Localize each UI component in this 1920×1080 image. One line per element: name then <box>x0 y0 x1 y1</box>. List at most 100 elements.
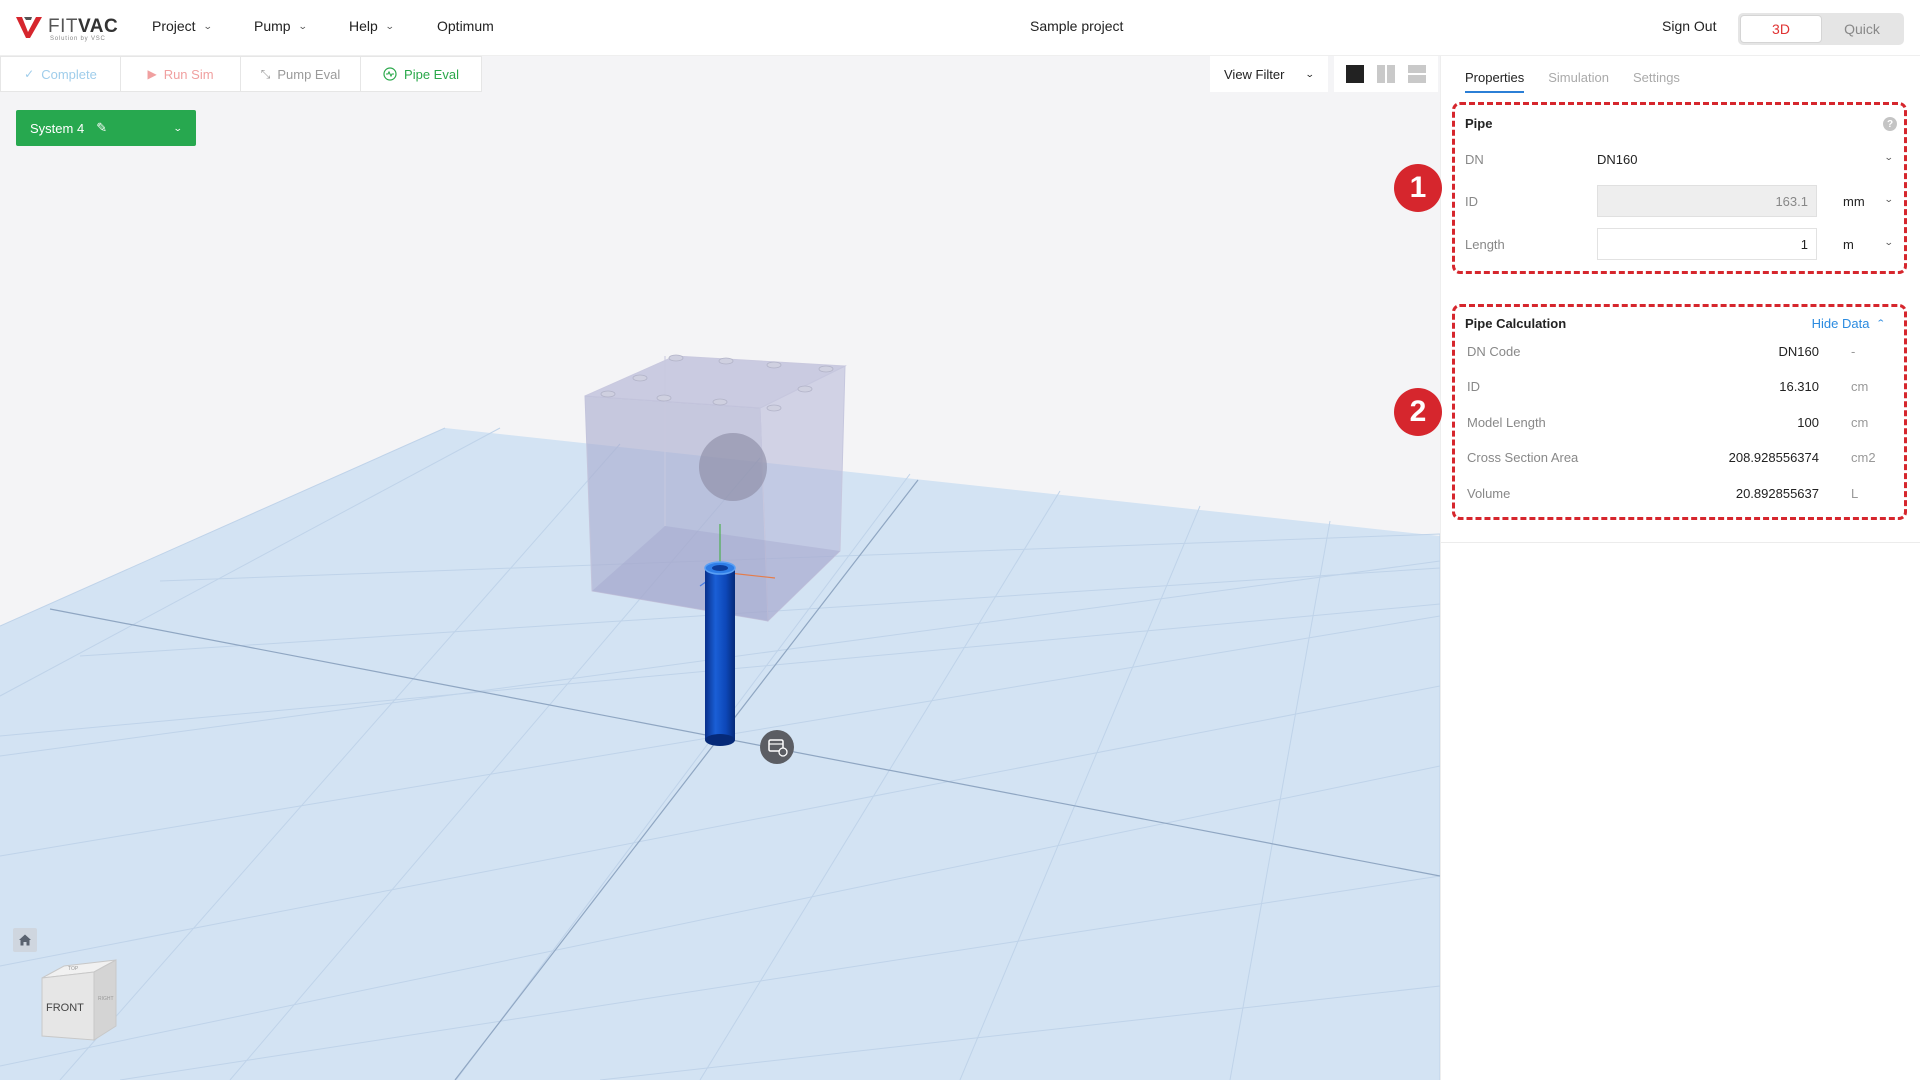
calc-row-label: Volume <box>1467 485 1511 501</box>
play-icon: ▶ <box>147 67 157 81</box>
project-title: Sample project <box>1030 18 1124 34</box>
home-view-button[interactable] <box>13 928 37 952</box>
id-unit-value: mm <box>1843 193 1865 209</box>
calc-row-unit: - <box>1851 343 1856 359</box>
view-mode-toggle: 3D Quick <box>1738 13 1904 45</box>
calc-row-label: Model Length <box>1467 414 1546 430</box>
pipe-properties-section: Pipe ? DN DN160 ⌄ ID mm ⌄ Length m ⌄ <box>1453 104 1909 274</box>
calc-row-unit: cm <box>1851 378 1869 394</box>
id-input <box>1597 185 1817 217</box>
calc-row-label: ID <box>1467 378 1480 394</box>
pump-eval-button[interactable]: ⤡ Pump Eval <box>241 57 361 91</box>
tab-simulation[interactable]: Simulation <box>1548 66 1609 93</box>
chevron-down-icon: ⌄ <box>1884 151 1895 162</box>
menu-optimum[interactable]: Optimum <box>437 18 494 34</box>
pipe-calculation-section: Pipe Calculation Hide Data ⌃ DN Code DN1… <box>1453 304 1909 504</box>
pipe-eval-button[interactable]: Pipe Eval <box>361 57 481 91</box>
calc-row: Volume 20.892855637 L <box>1467 483 1887 503</box>
complete-label: Complete <box>41 66 97 82</box>
layout-rows-icon[interactable] <box>1407 65 1426 83</box>
logo-mark-icon <box>16 17 42 38</box>
layout-single-icon[interactable] <box>1346 65 1365 83</box>
menu-pump-label: Pump <box>254 18 291 34</box>
logo-tagline: Solution by VSC <box>50 36 106 42</box>
3d-scene[interactable] <box>0 56 1440 1080</box>
hide-data-toggle[interactable]: Hide Data ⌃ <box>1811 316 1887 331</box>
menu-help[interactable]: Help ⌄ <box>349 18 395 34</box>
sim-toolbar: ✓ Complete ▶ Run Sim ⤡ Pump Eval Pipe Ev… <box>0 56 482 92</box>
top-bar: FITVAC Solution by VSC Project ⌄ Pump ⌄ … <box>0 0 1920 56</box>
calc-row-value: 16.310 <box>1779 378 1819 394</box>
chevron-down-icon: ⌄ <box>297 20 308 31</box>
view-mode-3d[interactable]: 3D <box>1740 15 1822 43</box>
tab-settings[interactable]: Settings <box>1633 66 1680 93</box>
length-row: Length m ⌄ <box>1465 228 1901 260</box>
pipe-3d[interactable] <box>704 561 736 746</box>
dn-row: DN DN160 ⌄ <box>1465 144 1901 174</box>
view-filter-label: View Filter <box>1224 66 1285 82</box>
menu-help-label: Help <box>349 18 378 34</box>
sign-out-link[interactable]: Sign Out <box>1662 18 1716 34</box>
pipe-action-button[interactable] <box>760 730 794 764</box>
view-filter-dropdown[interactable]: View Filter ⌄ <box>1210 56 1328 92</box>
system-selector[interactable]: System 4 ✎ ⌄ <box>16 110 196 146</box>
menu-project[interactable]: Project ⌄ <box>152 18 212 34</box>
navigation-cube[interactable]: FRONT TOP RIGHT <box>38 956 124 1042</box>
calc-row: Cross Section Area 208.928556374 cm2 <box>1467 447 1887 467</box>
calc-row: DN Code DN160 - <box>1467 341 1887 361</box>
pulse-icon <box>383 67 397 81</box>
id-label: ID <box>1465 193 1478 209</box>
id-unit-select[interactable]: mm ⌄ <box>1817 194 1901 209</box>
home-icon <box>19 934 31 946</box>
panel-divider <box>1441 542 1920 543</box>
dn-label: DN <box>1465 151 1484 167</box>
pencil-icon[interactable]: ✎ <box>96 120 107 136</box>
chevron-down-icon: ⌄ <box>1305 68 1316 79</box>
chevron-down-icon: ⌄ <box>384 20 395 31</box>
pump-eval-label: Pump Eval <box>277 66 341 82</box>
menu-optimum-label: Optimum <box>437 18 494 34</box>
hide-data-label: Hide Data <box>1811 316 1870 331</box>
calc-row: ID 16.310 cm <box>1467 376 1887 396</box>
layout-columns-icon[interactable] <box>1376 65 1395 83</box>
system-name: System 4 <box>30 120 85 136</box>
menu-project-label: Project <box>152 18 196 34</box>
length-unit-select[interactable]: m ⌄ <box>1817 237 1901 252</box>
menu-pump[interactable]: Pump ⌄ <box>254 18 308 34</box>
calc-row-value: 100 <box>1797 414 1819 430</box>
check-icon: ✓ <box>24 67 35 81</box>
fitvac-logo[interactable]: FITVAC Solution by VSC <box>14 14 124 44</box>
dn-value: DN160 <box>1597 151 1638 167</box>
calc-section-title: Pipe Calculation <box>1465 316 1567 331</box>
run-sim-label: Run Sim <box>163 66 214 82</box>
calc-row: Model Length 100 cm <box>1467 412 1887 432</box>
navcube-right-label: RIGHT <box>98 996 114 1002</box>
calc-row-unit: cm <box>1851 414 1869 430</box>
chevron-down-icon: ⌄ <box>1884 193 1895 204</box>
properties-panel: Properties Simulation Settings Pipe ? DN… <box>1440 56 1920 1080</box>
annotation-badge-2: 2 <box>1394 388 1442 436</box>
view-mode-quick[interactable]: Quick <box>1822 15 1902 43</box>
chevron-down-icon: ⌄ <box>173 122 184 133</box>
dn-select[interactable]: DN160 ⌄ <box>1597 152 1901 167</box>
3d-viewport[interactable]: ✓ Complete ▶ Run Sim ⤡ Pump Eval Pipe Ev… <box>0 56 1440 1080</box>
run-sim-button[interactable]: ▶ Run Sim <box>121 57 241 91</box>
length-label: Length <box>1465 236 1505 252</box>
navcube-front-label: FRONT <box>46 1002 84 1014</box>
calc-row-unit: cm2 <box>1851 449 1876 465</box>
calc-row-value: 208.928556374 <box>1728 449 1819 465</box>
complete-button[interactable]: ✓ Complete <box>1 57 121 91</box>
length-input[interactable] <box>1597 228 1817 260</box>
calc-row-label: Cross Section Area <box>1467 449 1579 465</box>
calc-row-value: 20.892855637 <box>1735 485 1819 501</box>
annotation-badge-1: 1 <box>1394 164 1442 212</box>
panel-tabs: Properties Simulation Settings <box>1465 66 1680 93</box>
chevron-down-icon: ⌄ <box>1884 236 1895 247</box>
help-icon[interactable]: ? <box>1883 117 1897 131</box>
chevron-up-icon: ⌃ <box>1876 318 1887 328</box>
pipe-eval-label: Pipe Eval <box>404 66 459 82</box>
pump-icon: ⤡ <box>260 66 271 81</box>
calc-row-value: DN160 <box>1778 343 1819 359</box>
calc-row-unit: L <box>1851 485 1859 501</box>
tab-properties[interactable]: Properties <box>1465 66 1525 93</box>
